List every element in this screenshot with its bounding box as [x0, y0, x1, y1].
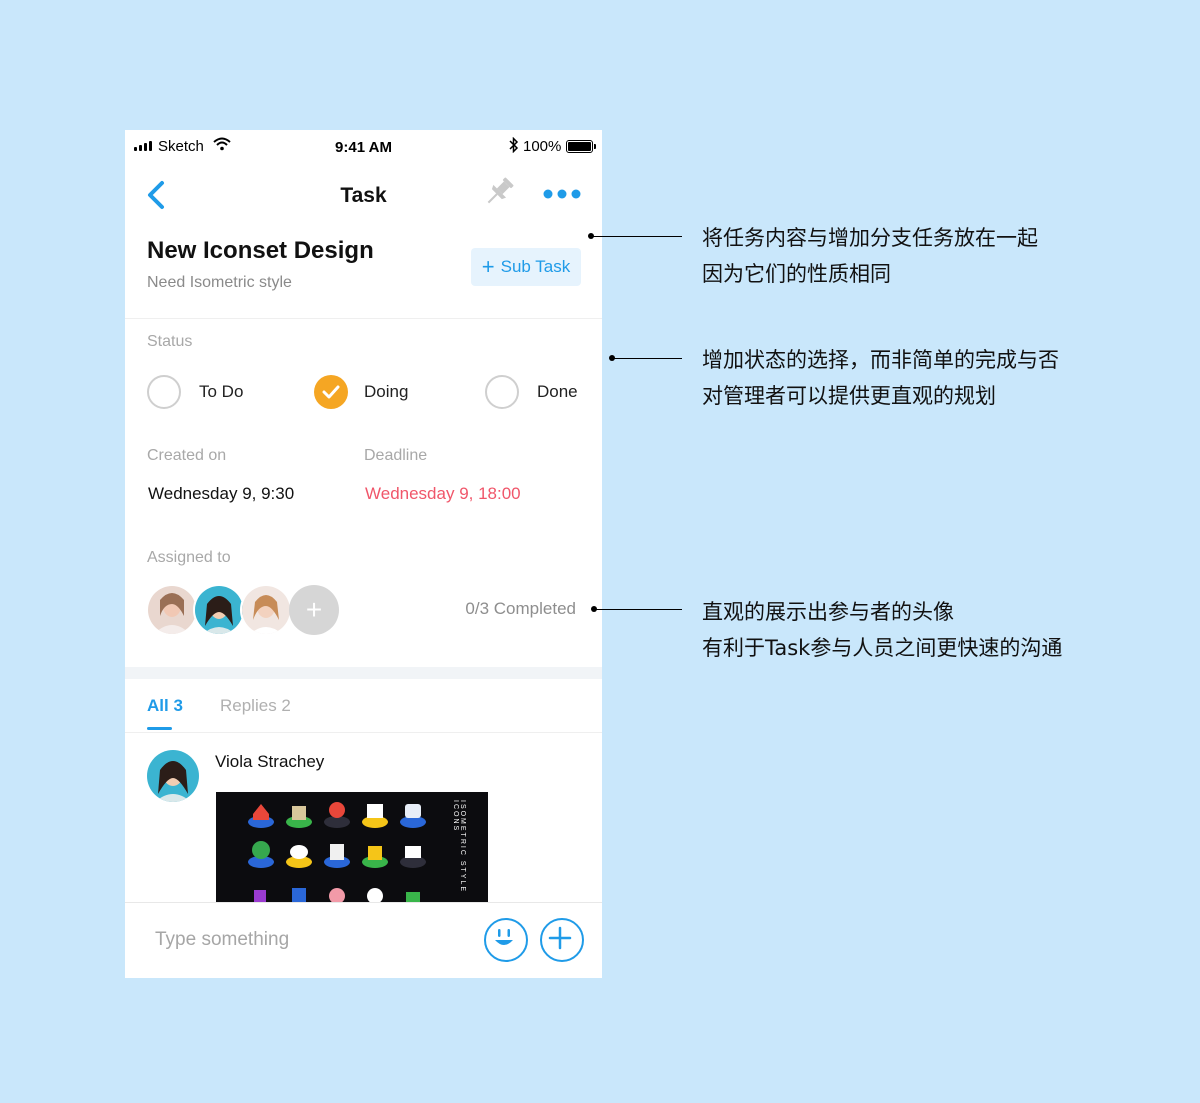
created-value: Wednesday 9, 9:30	[148, 484, 295, 503]
annotation-line-text: 对管理者可以提供更直观的规划	[702, 384, 996, 408]
status-radio-doing[interactable]	[314, 375, 348, 409]
task-title: New Iconset Design	[147, 237, 374, 264]
comment-attachment-image[interactable]: ISOMETRIC STYLE ICONS	[216, 792, 488, 902]
tab-replies[interactable]: Replies 2	[220, 696, 291, 716]
pin-icon[interactable]	[480, 173, 518, 211]
annotation-line-text: 将任务内容与增加分支任务放在一起	[702, 226, 1038, 250]
battery-icon	[566, 140, 596, 153]
avatar[interactable]	[240, 584, 292, 636]
isometric-icons-preview	[248, 802, 426, 902]
comment-author: Viola Strachey	[215, 752, 325, 771]
annotation-line	[594, 609, 682, 610]
section-separator	[125, 667, 602, 679]
nav-title: Task	[340, 184, 387, 207]
annotation-line-text: 增加状态的选择，而非简单的完成与否	[702, 348, 1059, 372]
status-radio-todo[interactable]	[147, 375, 181, 409]
annotation-text: 增加状态的选择，而非简单的完成与否 对管理者可以提供更直观的规划	[702, 342, 1059, 414]
add-subtask-button[interactable]: + Sub Task	[471, 248, 581, 286]
status-option-label[interactable]: Done	[537, 382, 578, 402]
annotation-line-text: 直观的展示出参与者的头像	[702, 600, 954, 624]
plus-icon: +	[481, 254, 495, 279]
annotation-text: 将任务内容与增加分支任务放在一起 因为它们的性质相同	[702, 220, 1038, 292]
subtask-label: Sub Task	[500, 257, 571, 276]
annotation-line	[591, 236, 682, 237]
bluetooth-icon	[509, 137, 519, 153]
deadline-label: Deadline	[364, 447, 428, 464]
composer-bar	[125, 902, 602, 978]
smiley-icon	[495, 929, 513, 945]
message-input[interactable]	[153, 928, 457, 952]
status-bar: Sketch 9:41 AM 100%	[125, 130, 602, 162]
check-icon	[322, 385, 340, 399]
plus-icon	[548, 926, 572, 950]
annotation-line	[612, 358, 682, 359]
assigned-label: Assigned to	[147, 549, 231, 566]
add-attachment-button[interactable]	[540, 918, 584, 962]
annotation-line-text: 有利于Task参与人员之间更快速的沟通	[702, 636, 1063, 660]
task-detail-screen: Sketch 9:41 AM 100% Task New Iconset Des…	[125, 130, 602, 978]
more-options-icon[interactable]	[542, 187, 582, 201]
task-subtitle: Need Isometric style	[147, 274, 292, 291]
avatar[interactable]	[146, 584, 198, 636]
status-radio-done[interactable]	[485, 375, 519, 409]
annotation-line-text: 因为它们的性质相同	[702, 262, 891, 286]
completed-count: 0/3 Completed	[465, 599, 576, 618]
add-assignee-button[interactable]: +	[289, 585, 339, 635]
divider	[125, 318, 602, 319]
status-option-label[interactable]: Doing	[364, 382, 408, 402]
created-label: Created on	[147, 447, 227, 464]
deadline-value[interactable]: Wednesday 9, 18:00	[365, 484, 521, 504]
image-caption: ISOMETRIC STYLE ICONS	[452, 800, 466, 894]
avatar[interactable]	[193, 584, 245, 636]
comment-avatar[interactable]	[147, 750, 199, 802]
status-option-label[interactable]: To Do	[199, 382, 243, 402]
status-label: Status	[147, 333, 193, 350]
annotation-text: 直观的展示出参与者的头像 有利于Task参与人员之间更快速的沟通	[702, 594, 1062, 666]
tab-indicator	[147, 727, 172, 730]
divider	[125, 732, 602, 733]
emoji-button[interactable]	[484, 918, 528, 962]
tab-all[interactable]: All 3	[147, 696, 183, 716]
battery-percent: 100%	[523, 138, 562, 155]
